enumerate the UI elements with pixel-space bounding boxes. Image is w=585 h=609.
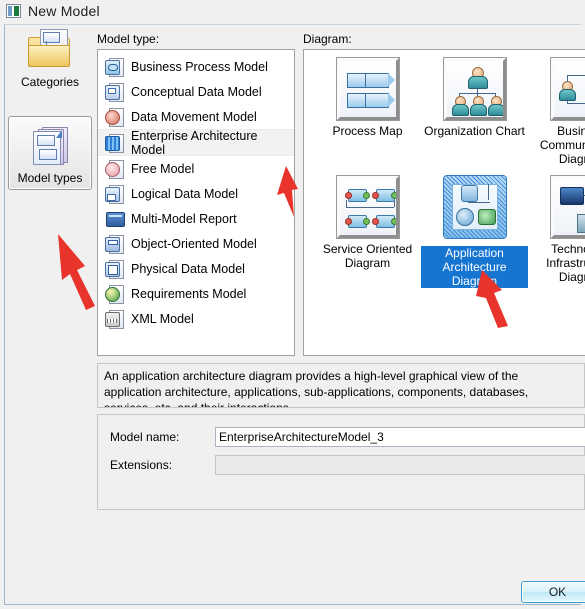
enterprise-architecture-model-row[interactable]: Enterprise Architecture Model (98, 128, 294, 157)
application-architecture-diagram-label: Application Architecture Diagram (421, 246, 528, 288)
model-type-row-label: Free Model (131, 161, 195, 176)
model-name-label: Model name: (110, 430, 180, 444)
model-type-row-requirements-model[interactable]: Requirements Model (98, 281, 294, 306)
model-type-row-label: Conceptual Data Model (131, 84, 262, 99)
model-type-row-label: Enterprise Architecture Model (131, 128, 258, 157)
rail-item-categories-label: Categories (20, 75, 80, 89)
model-type-row-label: Business Process Model (131, 59, 268, 74)
multi-model-report-icon (105, 209, 125, 228)
extensions-label: Extensions: (110, 458, 173, 472)
organization-chart-icon (442, 57, 507, 121)
model-type-row-label: XML Model (131, 311, 194, 326)
process-map-item[interactable]: Process Map (314, 57, 421, 166)
model-type-row-label: Requirements Model (131, 286, 247, 301)
model-type-row-label: Data Movement Model (131, 109, 257, 124)
model-type-label: Model type: (97, 32, 160, 46)
model-type-row-xml-model[interactable]: XML Model (98, 306, 294, 331)
model-type-row-business-process-model[interactable]: Business Process Model (98, 54, 294, 79)
technology-infrastructure-diagram-icon (549, 175, 585, 239)
new-model-dialog: New Model Categories Model types Model t… (0, 0, 585, 609)
model-type-row-data-movement-model[interactable]: Data Movement Model (98, 104, 294, 129)
rail-item-model-types[interactable]: Model types (8, 116, 92, 190)
business-communication-diagram-icon (549, 57, 585, 121)
ok-button[interactable]: OK (521, 581, 585, 603)
application-architecture-diagram-icon (443, 176, 506, 238)
diagram-gallery[interactable]: Process Map Organization Chart Busi Comm… (303, 49, 585, 356)
rail-item-categories[interactable]: Categories (8, 20, 92, 94)
categories-icon (26, 27, 74, 71)
conceptual-data-model-icon (105, 82, 124, 102)
technology-infrastructure-diagram-item[interactable]: Technology Infrastructure Diagram (528, 175, 585, 288)
model-type-row-logical-data-model[interactable]: Logical Data Model (98, 181, 294, 206)
model-type-list[interactable]: Business Process Model Conceptual Data M… (97, 49, 295, 356)
business-communication-diagram-item[interactable]: Business Communication Diagram (528, 57, 585, 166)
extensions-input[interactable] (215, 455, 585, 475)
service-oriented-diagram-label: Service Oriented Diagram (322, 242, 413, 270)
model-type-row-object-oriented-model[interactable]: Object-Oriented Model (98, 231, 294, 256)
new-model-icon (6, 3, 21, 18)
model-type-row-conceptual-data-model[interactable]: Conceptual Data Model (98, 79, 294, 104)
diagram-description: An application architecture diagram prov… (97, 363, 585, 408)
service-oriented-diagram-item[interactable]: Service Oriented Diagram (314, 175, 421, 288)
technology-infrastructure-diagram-label: Technology Infrastructure Diagram (546, 242, 585, 284)
service-oriented-diagram-icon (335, 175, 400, 239)
extensions-row: Extensions: (110, 455, 585, 475)
physical-data-model-icon (105, 259, 124, 279)
model-types-icon (26, 123, 74, 167)
logical-data-model-icon (105, 184, 124, 204)
requirements-model-icon (105, 284, 124, 304)
free-model-icon (105, 159, 124, 179)
data-movement-model-icon (105, 107, 124, 127)
application-architecture-diagram-item[interactable]: Application Architecture Diagram (421, 176, 528, 288)
model-type-row-label: Physical Data Model (131, 261, 245, 276)
organization-chart-label: Organization Chart (424, 124, 525, 138)
model-type-row-free-model[interactable]: Free Model (98, 156, 294, 181)
business-communication-diagram-label: Business Communication Diagram (539, 124, 585, 166)
enterprise-architecture-model-icon (105, 133, 124, 153)
dialog-title: New Model (28, 2, 100, 19)
process-map-icon (335, 57, 400, 121)
screenshot-root: New Model Categories Model types Model t… (0, 0, 585, 609)
model-type-row-physical-data-model[interactable]: Physical Data Model (98, 256, 294, 281)
navigation-rail: Categories Model types (8, 20, 92, 190)
model-name-input[interactable] (215, 427, 585, 447)
rail-item-model-types-label: Model types (17, 171, 83, 185)
dialog-titlebar: New Model (0, 0, 585, 21)
model-type-row-multi-model-report[interactable]: Multi-Model Report (98, 206, 294, 231)
model-name-row: Model name: (110, 427, 585, 447)
process-map-label: Process Map (332, 124, 403, 138)
organization-chart-item[interactable]: Organization Chart (421, 57, 528, 166)
model-type-row-label: Object-Oriented Model (131, 236, 257, 251)
business-process-model-icon (105, 57, 124, 77)
model-type-row-label: Multi-Model Report (131, 211, 237, 226)
model-type-row-label: Logical Data Model (131, 186, 239, 201)
diagram-label: Diagram: (303, 32, 352, 46)
xml-model-icon (105, 309, 124, 329)
object-oriented-model-icon (105, 234, 124, 254)
model-properties-form: Model name: Extensions: (97, 414, 585, 510)
